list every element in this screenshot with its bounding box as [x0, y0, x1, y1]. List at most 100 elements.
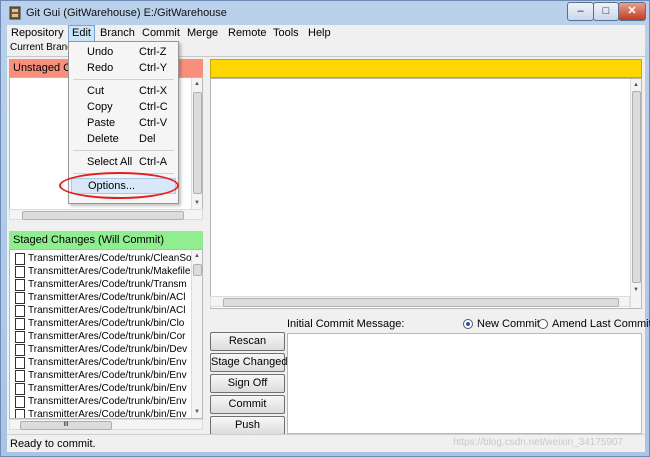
scroll-down-arrow-icon[interactable]: ▼ — [192, 408, 202, 416]
client-area: Repository Edit Branch Commit Merge Remo… — [7, 25, 650, 452]
staged-file-row[interactable]: TransmitterAres/Code/trunk/Makefile — [10, 265, 194, 278]
push-button[interactable]: Push — [210, 416, 285, 435]
menu-bar: Repository Edit Branch Commit Merge Remo… — [7, 25, 645, 42]
window-title: Git Gui (GitWarehouse) E:/GitWarehouse — [26, 7, 227, 19]
sign-off-button[interactable]: Sign Off — [210, 374, 285, 393]
file-icon — [15, 409, 25, 418]
menu-tools[interactable]: Tools — [270, 26, 302, 40]
staged-file-list[interactable]: TransmitterAres/Code/trunk/CleanSo Transm… — [9, 249, 203, 419]
minimize-button[interactable]: ‒ — [567, 2, 594, 21]
file-path: TransmitterAres/Code/trunk/Transm — [28, 279, 187, 290]
new-commit-label[interactable]: New Commit — [477, 318, 540, 330]
file-path: TransmitterAres/Code/trunk/bin/Env — [28, 357, 187, 368]
scroll-down-arrow-icon[interactable]: ▼ — [631, 286, 641, 294]
scrollbar-thumb[interactable] — [22, 211, 184, 220]
file-icon — [15, 331, 25, 343]
scrollbar-thumb[interactable] — [632, 91, 641, 283]
menu-edit[interactable]: Edit — [68, 25, 95, 42]
unstaged-horizontal-scrollbar[interactable] — [9, 209, 203, 220]
file-path: TransmitterAres/Code/trunk/bin/ACl — [28, 292, 186, 303]
staged-file-row[interactable]: TransmitterAres/Code/trunk/bin/ACl — [10, 304, 194, 317]
staged-file-row[interactable]: TransmitterAres/Code/trunk/bin/Env — [10, 395, 194, 408]
menu-item-label: Select All — [87, 156, 133, 168]
commit-message-textarea[interactable] — [287, 333, 642, 434]
scroll-up-arrow-icon[interactable]: ▲ — [631, 81, 641, 89]
file-path: TransmitterAres/Code/trunk/bin/Cor — [28, 331, 186, 342]
close-button[interactable]: ✕ — [618, 2, 646, 21]
menu-item-label: Redo — [87, 62, 114, 74]
staged-file-row[interactable]: TransmitterAres/Code/trunk/bin/Env — [10, 382, 194, 395]
scrollbar-thumb[interactable] — [193, 264, 202, 276]
file-icon — [15, 344, 25, 356]
scrollbar-thumb[interactable]: III — [20, 421, 112, 430]
maximize-button[interactable]: □ — [593, 2, 619, 21]
file-path: TransmitterAres/Code/trunk/CleanSo — [28, 253, 192, 264]
file-path: TransmitterAres/Code/trunk/bin/ACl — [28, 305, 186, 316]
staged-file-row[interactable]: TransmitterAres/Code/trunk/CleanSo — [10, 252, 194, 265]
diff-horizontal-scrollbar[interactable] — [210, 296, 630, 307]
file-path: TransmitterAres/Code/trunk/bin/Env — [28, 383, 187, 394]
file-path: TransmitterAres/Code/trunk/Makefile — [28, 266, 191, 277]
menu-item-shortcut: Ctrl-Z — [139, 46, 167, 58]
file-icon — [15, 396, 25, 408]
staged-vertical-scrollbar[interactable]: ▲ ▼ — [191, 250, 202, 418]
rescan-button[interactable]: Rescan — [210, 332, 285, 351]
menu-repository[interactable]: Repository — [8, 26, 67, 40]
staged-file-row[interactable]: TransmitterAres/Code/trunk/bin/Clo — [10, 317, 194, 330]
scroll-down-arrow-icon[interactable]: ▼ — [192, 199, 202, 207]
staged-file-row[interactable]: TransmitterAres/Code/trunk/bin/Cor — [10, 330, 194, 343]
scroll-up-arrow-icon[interactable]: ▲ — [192, 80, 202, 88]
menu-item-shortcut: Ctrl-X — [139, 85, 168, 97]
menu-help[interactable]: Help — [305, 26, 334, 40]
scrollbar-thumb[interactable] — [223, 298, 619, 307]
menu-item-label: Copy — [87, 101, 113, 113]
file-icon — [15, 279, 25, 291]
staged-horizontal-scrollbar[interactable]: III — [9, 419, 203, 430]
menu-item-copy[interactable]: Copy Ctrl-C — [71, 99, 176, 115]
annotation-red-circle — [59, 172, 179, 199]
file-icon — [15, 370, 25, 382]
menu-item-select-all[interactable]: Select All Ctrl-A — [71, 154, 176, 170]
unstaged-vertical-scrollbar[interactable]: ▲ ▼ — [191, 78, 202, 209]
stage-changed-button[interactable]: Stage Changed — [210, 353, 287, 372]
staged-file-row[interactable]: TransmitterAres/Code/trunk/bin/Dev — [10, 343, 194, 356]
scrollbar-thumb[interactable] — [193, 92, 202, 194]
menu-item-shortcut: Ctrl-C — [139, 101, 168, 113]
amend-last-commit-radio[interactable] — [538, 319, 548, 329]
application-window: Git Gui (GitWarehouse) E:/GitWarehouse ‒… — [0, 0, 650, 457]
staged-file-row[interactable]: TransmitterAres/Code/trunk/Transm — [10, 278, 194, 291]
diff-viewer[interactable]: ▲ ▼ — [210, 78, 642, 309]
title-bar[interactable]: Git Gui (GitWarehouse) E:/GitWarehouse ‒… — [1, 1, 650, 25]
menu-remote[interactable]: Remote — [225, 26, 270, 40]
menu-item-shortcut: Ctrl-A — [139, 156, 168, 168]
commit-button[interactable]: Commit — [210, 395, 285, 414]
staged-file-row[interactable]: TransmitterAres/Code/trunk/bin/Env — [10, 408, 194, 418]
menu-separator — [73, 79, 174, 80]
file-path: TransmitterAres/Code/trunk/bin/Clo — [28, 318, 185, 329]
status-text: Ready to commit. — [10, 438, 96, 450]
menu-merge[interactable]: Merge — [184, 26, 221, 40]
file-icon — [15, 266, 25, 278]
menu-commit[interactable]: Commit — [139, 26, 183, 40]
file-path: TransmitterAres/Code/trunk/bin/Dev — [28, 344, 188, 355]
staged-file-row[interactable]: TransmitterAres/Code/trunk/bin/ACl — [10, 291, 194, 304]
diff-header — [210, 59, 642, 78]
menu-item-undo[interactable]: Undo Ctrl-Z — [71, 44, 176, 60]
menu-item-label: Undo — [87, 46, 114, 58]
file-icon — [15, 305, 25, 317]
diff-vertical-scrollbar[interactable]: ▲ ▼ — [630, 79, 641, 308]
menu-branch[interactable]: Branch — [97, 26, 138, 40]
menu-item-shortcut: Del — [139, 133, 156, 145]
menu-item-redo[interactable]: Redo Ctrl-Y — [71, 60, 176, 76]
amend-last-commit-label[interactable]: Amend Last Commit — [552, 318, 650, 330]
file-icon — [15, 253, 25, 265]
scroll-up-arrow-icon[interactable]: ▲ — [192, 252, 202, 260]
menu-item-cut[interactable]: Cut Ctrl-X — [71, 83, 176, 99]
menu-item-paste[interactable]: Paste Ctrl-V — [71, 115, 176, 131]
staged-changes-header: Staged Changes (Will Commit) — [9, 231, 203, 249]
staged-file-row[interactable]: TransmitterAres/Code/trunk/bin/Env — [10, 356, 194, 369]
new-commit-radio[interactable] — [463, 319, 473, 329]
menu-item-delete[interactable]: Delete Del — [71, 131, 176, 147]
file-icon — [15, 383, 25, 395]
staged-file-row[interactable]: TransmitterAres/Code/trunk/bin/Env — [10, 369, 194, 382]
